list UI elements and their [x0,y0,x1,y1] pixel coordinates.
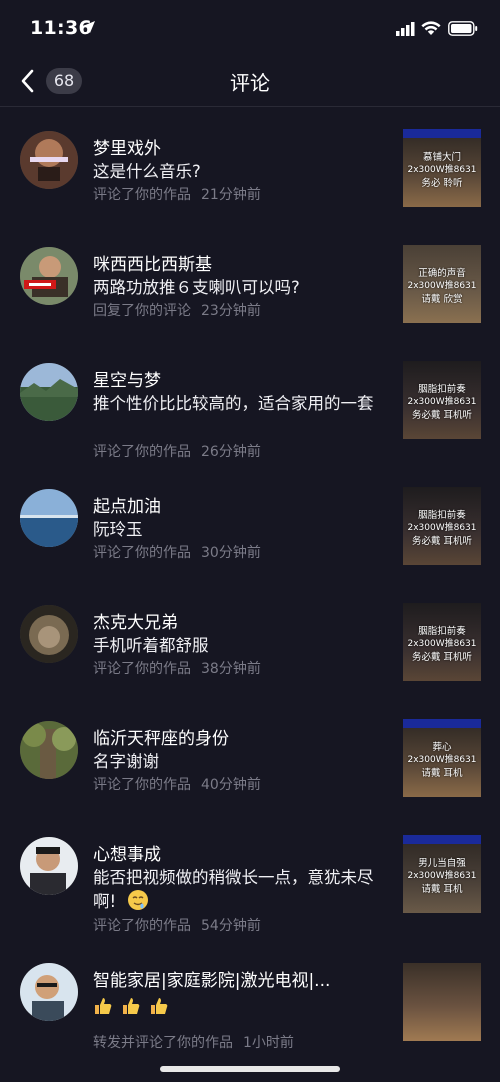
comment-meta: 评论了你的作品 26分钟前 [93,441,261,461]
comment-meta: 回复了你的评论 23分钟前 [93,300,261,320]
thumbnail-caption-title: 男儿当自强 [418,858,466,869]
list-item[interactable]: 心想事成 能否把视频做的稍微长一点，意犹未尽啊! 评论了你的作品 54分钟前 男儿… [0,813,500,953]
thumbnail-caption-title: 正确的声音 [418,268,466,279]
comment-meta: 评论了你的作品 40分钟前 [93,774,261,794]
thumbnail-caption-spec: 2x300W推8631 [407,165,477,175]
timestamp: 54分钟前 [201,918,261,934]
thumbnail-caption-title: 胭脂扣前奏 [418,510,466,521]
avatar[interactable] [20,605,78,663]
user-name[interactable]: 临沂天秤座的身份 [93,724,229,749]
action-text: 评论了你的作品 [93,661,191,677]
thumbnail-caption-spec: 2x300W推8631 [407,281,477,291]
user-name[interactable]: 咪西西比西斯基 [93,250,212,275]
status-bar: 11:36 [0,0,500,56]
avatar[interactable] [20,363,78,421]
video-thumbnail[interactable] [403,963,481,1041]
thumbnail-caption-note: 务必戴 耳机听 [411,536,473,547]
thumbnail-caption-spec: 2x300W推8631 [407,755,477,765]
avatar[interactable] [20,721,78,779]
user-name[interactable]: 梦里戏外 [93,134,161,159]
action-text: 回复了你的评论 [93,303,191,319]
thumbnail-caption-note: 务必戴 耳机听 [411,652,473,663]
comment-text: 名字谢谢 [93,752,159,771]
thumbnail-caption-title: 胭脂扣前奏 [418,626,466,637]
avatar[interactable] [20,837,78,895]
user-name[interactable]: 起点加油 [93,492,161,517]
thumbnail-caption-note: 请戴 欣赏 [421,294,463,305]
drooling-face-emoji-icon [128,890,149,910]
video-thumbnail[interactable]: 男儿当自强 2x300W推8631 请戴 耳机 [403,835,481,913]
thumbnail-caption-note: 请戴 耳机 [421,768,463,779]
thumbnail-caption-note: 务必戴 耳机听 [411,410,473,421]
thumbs-up-emoji-icon [121,996,141,1020]
thumbnail-caption-title: 胭脂扣前奏 [418,384,466,395]
timestamp: 21分钟前 [201,187,261,203]
thumbnail-caption-spec: 2x300W推8631 [407,523,477,533]
comment-text: 阮玲玉 [93,520,143,539]
page-title: 评论 [230,71,270,95]
action-text: 评论了你的作品 [93,777,191,793]
comment-text: 能否把视频做的稍微长一点，意犹未尽啊! [93,866,393,913]
video-thumbnail[interactable]: 正确的声音 2x300W推8631 请戴 欣赏 [403,245,481,323]
list-item[interactable]: 临沂天秤座的身份 名字谢谢 评论了你的作品 40分钟前 葬心 2x300W推863… [0,697,500,813]
location-arrow-icon [83,21,95,33]
wifi-icon [421,21,441,35]
timestamp: 38分钟前 [201,661,261,677]
list-item[interactable]: 起点加油 阮玲玉 评论了你的作品 30分钟前 胭脂扣前奏 2x300W推8631 … [0,465,500,581]
thumbnail-caption-title: 慕铺大门 [422,152,461,163]
thumbs-up-emoji-row [93,996,172,1020]
comment-meta: 评论了你的作品 54分钟前 [93,915,261,935]
timestamp: 26分钟前 [201,444,261,460]
list-item[interactable]: 杰克大兄弟 手机听着都舒服 评论了你的作品 38分钟前 胭脂扣前奏 2x300W推… [0,581,500,697]
avatar[interactable] [20,489,78,547]
thumbnail-caption-note: 务必 聆听 [421,178,463,189]
comment-text: 这是什么音乐? [93,162,201,181]
comment-text: 推个性价比比较高的，适合家用的一套 [93,394,374,413]
thumbnail-caption-spec: 2x300W推8631 [407,639,477,649]
list-item[interactable]: 星空与梦 推个性价比比较高的，适合家用的一套 评论了你的作品 26分钟前 胭脂扣前… [0,339,500,479]
action-text: 评论了你的作品 [93,187,191,203]
comment-meta: 转发并评论了你的作品 1小时前 [93,1032,294,1052]
avatar[interactable] [20,131,78,189]
comment-text: 两路功放推６支喇叭可以吗? [93,278,300,297]
user-name[interactable]: 心想事成 [93,840,161,865]
video-thumbnail[interactable]: 胭脂扣前奏 2x300W推8631 务必戴 耳机听 [403,603,481,681]
comment-meta: 评论了你的作品 38分钟前 [93,658,261,678]
list-item[interactable]: 咪西西比西斯基 两路功放推６支喇叭可以吗? 回复了你的评论 23分钟前 正确的声音… [0,223,500,339]
thumbnail-caption-spec: 2x300W推8631 [407,871,477,881]
battery-icon [448,21,478,36]
video-thumbnail[interactable]: 慕铺大门 2x300W推8631 务必 聆听 [403,129,481,207]
home-indicator[interactable] [160,1066,340,1072]
video-thumbnail[interactable]: 葬心 2x300W推8631 请戴 耳机 [403,719,481,797]
timestamp: 23分钟前 [201,303,261,319]
action-text: 转发并评论了你的作品 [93,1035,233,1051]
timestamp: 1小时前 [243,1035,294,1051]
action-text: 评论了你的作品 [93,444,191,460]
cellular-signal-icon [396,22,415,36]
user-name[interactable]: 星空与梦 [93,366,161,391]
list-item[interactable]: 智能家居|家庭影院|激光电视|... 转发并评论了你的作品 1小时前 [0,939,500,1055]
list-item[interactable]: 梦里戏外 这是什么音乐? 评论了你的作品 21分钟前 慕铺大门 2x300W推86… [0,107,500,223]
thumbnail-caption-note: 请戴 耳机 [421,884,463,895]
thumbs-up-emoji-icon [149,996,169,1020]
video-thumbnail[interactable]: 胭脂扣前奏 2x300W推8631 务必戴 耳机听 [403,361,481,439]
timestamp: 40分钟前 [201,777,261,793]
avatar[interactable] [20,247,78,305]
user-name[interactable]: 杰克大兄弟 [93,608,178,633]
avatar[interactable] [20,963,78,1021]
timestamp: 30分钟前 [201,545,261,561]
thumbnail-caption-spec: 2x300W推8631 [407,397,477,407]
video-thumbnail[interactable]: 胭脂扣前奏 2x300W推8631 务必戴 耳机听 [403,487,481,565]
thumbnail-caption-title: 葬心 [432,742,452,753]
nav-bar: 68 评论 [0,56,500,107]
comment-text: 手机听着都舒服 [93,636,209,655]
thumbs-up-emoji-icon [93,996,113,1020]
comment-meta: 评论了你的作品 21分钟前 [93,184,261,204]
action-text: 评论了你的作品 [93,918,191,934]
action-text: 评论了你的作品 [93,545,191,561]
comment-meta: 评论了你的作品 30分钟前 [93,542,261,562]
user-name[interactable]: 智能家居|家庭影院|激光电视|... [93,966,330,991]
